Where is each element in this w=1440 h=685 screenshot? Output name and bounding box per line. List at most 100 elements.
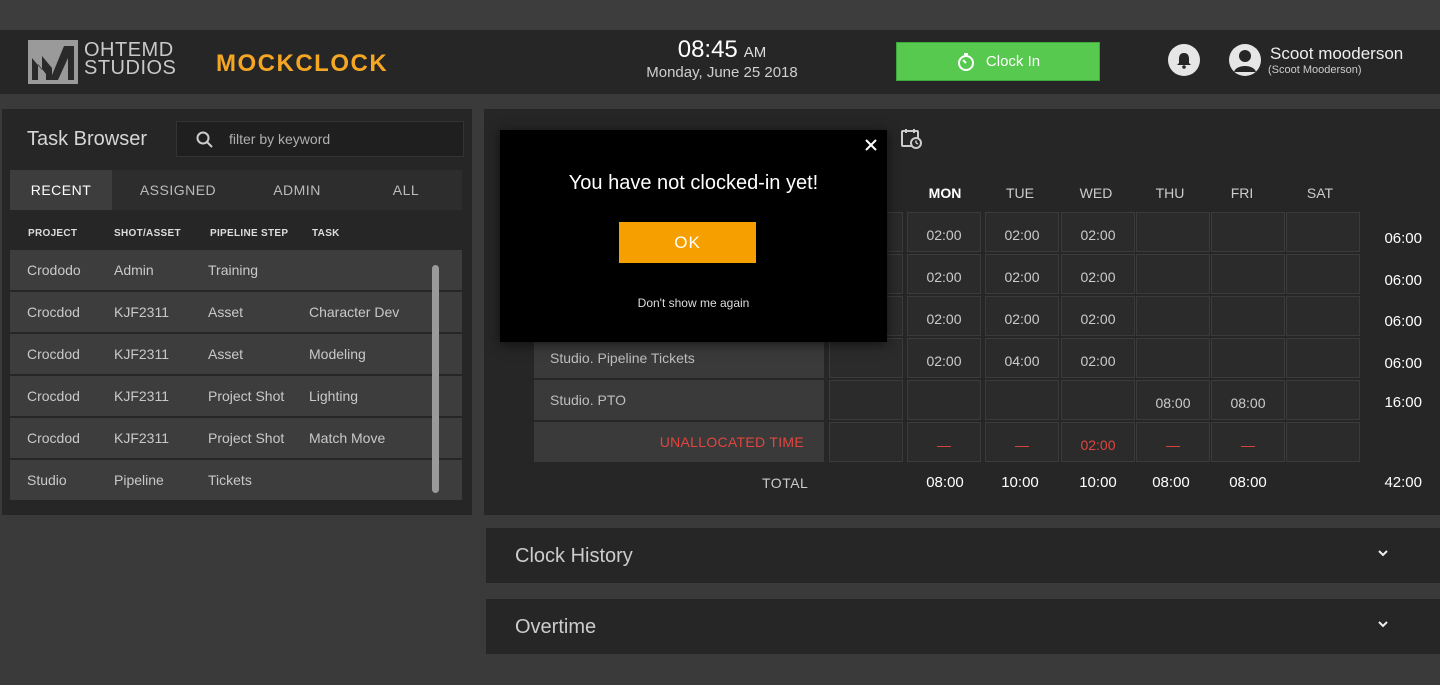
time-cell[interactable] [1286, 212, 1360, 252]
dont-show-again-link[interactable]: Don't show me again [500, 296, 887, 310]
clock-history-panel[interactable]: Clock History [486, 528, 1440, 583]
task-search [176, 121, 464, 157]
task-shot: KJF2311 [114, 430, 169, 446]
time-cell[interactable]: 02:00 [1061, 338, 1135, 378]
time-cell[interactable] [1211, 254, 1285, 294]
overtime-panel[interactable]: Overtime [486, 599, 1440, 654]
time-cell[interactable]: 02:00 [907, 338, 981, 378]
time-cell[interactable] [1136, 338, 1210, 378]
task-step: Tickets [208, 472, 252, 488]
time-cell[interactable]: 02:00 [907, 296, 981, 336]
task-name: Match Move [309, 430, 386, 446]
tab-recent[interactable]: RECENT [10, 170, 112, 210]
column-header-pipeline-step[interactable]: PIPELINE STEP [210, 228, 288, 239]
time-cell[interactable]: 08:00 [1136, 380, 1210, 420]
window-top-strip [0, 0, 1440, 30]
notifications-button[interactable] [1168, 44, 1200, 76]
row-total: 16:00 [1384, 394, 1422, 411]
task-name: Lighting [309, 388, 359, 404]
task-list-scrollbar[interactable] [432, 265, 439, 493]
time-cell[interactable] [1211, 296, 1285, 336]
task-row[interactable]: Crocdod KJF2311 Asset Character Dev [10, 292, 462, 332]
time-cell[interactable]: 02:00 [1061, 254, 1135, 294]
time-cell[interactable]: 02:00 [1061, 296, 1135, 336]
task-browser-panel: Task Browser RECENT ASSIGNED ADMIN ALL P… [2, 109, 472, 515]
task-row-label[interactable]: Studio. PTO [534, 380, 824, 420]
user-avatar[interactable] [1229, 44, 1261, 76]
clock-in-button[interactable]: Clock In [896, 42, 1100, 81]
chevron-down-icon[interactable] [1376, 548, 1390, 558]
time-cell[interactable] [1286, 380, 1360, 420]
day-total: 08:00 [926, 474, 964, 491]
time-cell[interactable] [1211, 338, 1285, 378]
day-header-thu: THU [1155, 185, 1185, 201]
task-browser-title: Task Browser [27, 128, 148, 150]
task-row[interactable]: Crocdod KJF2311 Project Shot Lighting [10, 376, 462, 416]
column-header-project[interactable]: PROJECT [28, 228, 77, 239]
task-row[interactable]: Crododo Admin Training [10, 250, 462, 290]
task-step: Project Shot [208, 388, 285, 404]
tab-all[interactable]: ALL [350, 170, 462, 210]
ok-button[interactable]: OK [619, 222, 756, 263]
modal-message: You have not clocked-in yet! [568, 172, 819, 194]
column-header-task[interactable]: TASK [312, 228, 340, 239]
task-project: Studio [27, 472, 67, 488]
time-cell-sun[interactable] [829, 338, 903, 378]
time-cell[interactable]: 02:00 [985, 212, 1059, 252]
tab-admin[interactable]: ADMIN [244, 170, 350, 210]
search-input[interactable] [229, 122, 459, 156]
task-row[interactable]: Crocdod KJF2311 Project Shot Match Move [10, 418, 462, 458]
task-project: Crocdod [27, 430, 80, 446]
time-cell[interactable]: 02:00 [1061, 212, 1135, 252]
task-row[interactable]: Studio Pipeline Tickets [10, 460, 462, 500]
time-cell[interactable] [1061, 380, 1135, 420]
day-header-sat: SAT [1306, 185, 1334, 201]
time-cell[interactable]: 04:00 [985, 338, 1059, 378]
time-cell[interactable] [1136, 212, 1210, 252]
time-cell[interactable] [1136, 296, 1210, 336]
user-subname: (Scoot Mooderson) [1268, 64, 1362, 76]
time-cell[interactable] [1286, 296, 1360, 336]
clock-in-label: Clock In [985, 53, 1041, 70]
task-row[interactable]: Crocdod KJF2311 Asset Modeling [10, 334, 462, 374]
task-name: Character Dev [309, 304, 400, 320]
calendar-clock-icon[interactable] [900, 127, 924, 151]
task-project: Crocdod [27, 346, 80, 362]
unallocated-cell: — [1211, 422, 1285, 462]
task-step: Asset [208, 304, 244, 320]
day-header-wed: WED [1079, 185, 1113, 201]
task-shot: KJF2311 [114, 346, 169, 362]
task-row-label[interactable]: Studio. Pipeline Tickets [534, 338, 824, 378]
time-cell[interactable]: 08:00 [1211, 380, 1285, 420]
app-brand: MOCKCLOCK [216, 50, 389, 77]
grand-total: 42:00 [1384, 474, 1422, 491]
time-cell[interactable] [1286, 338, 1360, 378]
time-cell[interactable]: 02:00 [907, 212, 981, 252]
task-project: Crocdod [27, 304, 80, 320]
overtime-title: Overtime [515, 616, 597, 638]
time-cell[interactable]: 02:00 [907, 254, 981, 294]
tab-assigned[interactable]: ASSIGNED [112, 170, 244, 210]
user-name[interactable]: Scoot mooderson [1270, 44, 1403, 64]
time-cell[interactable] [1136, 254, 1210, 294]
day-header-fri: FRI [1230, 185, 1254, 201]
task-tabs: RECENT ASSIGNED ADMIN ALL [10, 170, 462, 210]
time-cell[interactable] [1211, 212, 1285, 252]
time-cell[interactable]: 02:00 [985, 296, 1059, 336]
time-cell[interactable]: 02:00 [985, 254, 1059, 294]
time-cell[interactable] [985, 380, 1059, 420]
day-total: 08:00 [1229, 474, 1267, 491]
scrollbar-thumb[interactable] [432, 265, 439, 493]
user-icon [1234, 50, 1256, 72]
time-cell-sun[interactable] [829, 380, 903, 420]
unallocated-cell-sun [829, 422, 903, 462]
task-step: Training [208, 262, 259, 278]
clock-history-title: Clock History [515, 545, 633, 567]
column-header-shot-asset[interactable]: SHOT/ASSET [114, 228, 181, 239]
close-icon[interactable] [862, 136, 880, 154]
chevron-down-icon[interactable] [1376, 619, 1390, 629]
task-shot: KJF2311 [114, 388, 169, 404]
time-cell[interactable] [1286, 254, 1360, 294]
app-header: OHTEMD STUDIOS MOCKCLOCK 08:45 AM Monday,… [0, 30, 1440, 94]
time-cell[interactable] [907, 380, 981, 420]
